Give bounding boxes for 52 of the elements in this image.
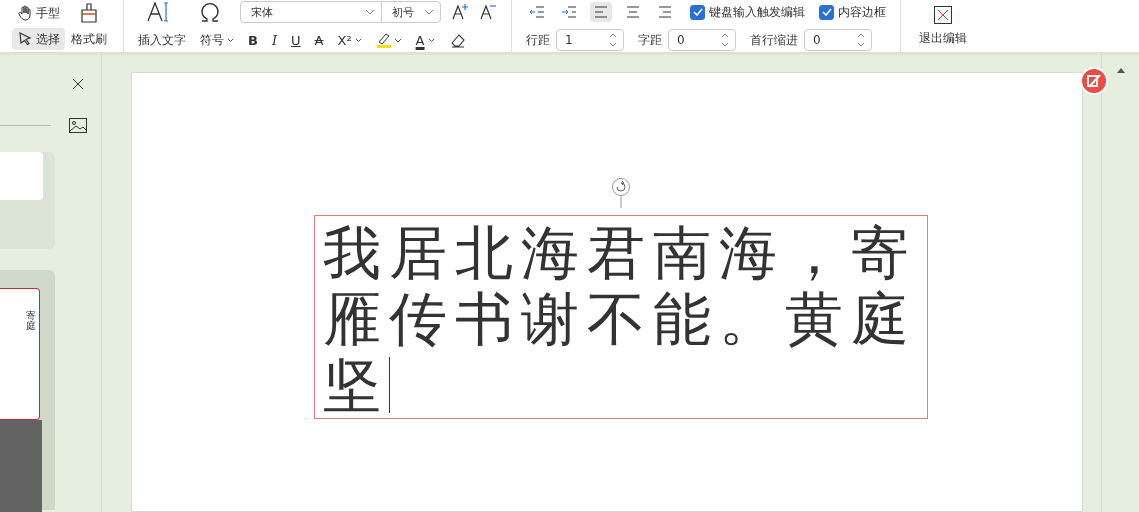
- caret-icon: [227, 37, 234, 43]
- align-left-icon: [594, 6, 608, 18]
- slide-thumbnail-card[interactable]: 寄 庭: [0, 270, 55, 510]
- rotate-handle-icon[interactable]: [611, 178, 631, 208]
- increase-font-icon[interactable]: [451, 3, 469, 21]
- scroll-up-icon[interactable]: [1116, 67, 1125, 73]
- align-center-icon: [626, 6, 640, 18]
- close-icon[interactable]: [72, 78, 84, 90]
- caret-icon: [354, 37, 362, 43]
- checkbox[interactable]: [690, 4, 705, 20]
- format-painter-button[interactable]: 格式刷: [71, 28, 107, 50]
- decrease-font-icon[interactable]: [479, 3, 497, 21]
- image-icon[interactable]: [69, 118, 87, 133]
- checkbox-label: 内容边框: [838, 3, 886, 21]
- exit-edit-button[interactable]: 退出编辑: [905, 0, 981, 52]
- chevron-down-icon: [365, 9, 375, 15]
- number-spinner[interactable]: 0: [804, 29, 872, 51]
- close-icon: [934, 5, 952, 24]
- hand-icon: [17, 5, 33, 21]
- number-spinner[interactable]: 1: [556, 29, 624, 51]
- bold-button[interactable]: B: [248, 32, 258, 48]
- mode-button[interactable]: 选择: [12, 28, 65, 50]
- checkbox[interactable]: [819, 4, 834, 20]
- slide-thumbnail-card[interactable]: [0, 152, 55, 249]
- paint-brush-icon[interactable]: [78, 2, 100, 24]
- font-family-dropdown[interactable]: 宋体: [241, 2, 382, 22]
- highlighter-icon[interactable]: [375, 31, 402, 49]
- caret-icon: [427, 37, 435, 43]
- strikethrough-button[interactable]: A: [314, 32, 324, 48]
- insert-text-button[interactable]: 插入文字: [138, 29, 186, 51]
- superscript-button[interactable]: X²: [337, 32, 362, 48]
- indent-icon: [562, 6, 576, 18]
- thumbnail-text: 庭: [26, 321, 36, 331]
- font-size-dropdown[interactable]: 初号: [382, 2, 440, 22]
- edit-off-badge-icon[interactable]: [1080, 67, 1108, 95]
- spinner-label: 行距: [526, 31, 550, 49]
- italic-button[interactable]: I: [271, 32, 278, 48]
- pointer-icon: [17, 31, 33, 47]
- spinner-label: 字距: [638, 31, 662, 49]
- font-color-button[interactable]: A: [415, 32, 435, 48]
- paragraph-align-button[interactable]: [590, 2, 612, 22]
- number-spinner[interactable]: 0: [668, 29, 736, 51]
- symbol-button[interactable]: 符号: [200, 29, 234, 51]
- align-right-icon: [658, 6, 672, 18]
- outdent-icon: [530, 6, 544, 18]
- thumbnail-text: 寄: [26, 311, 36, 321]
- mode-button[interactable]: 手型: [12, 2, 65, 24]
- underline-button[interactable]: U: [291, 32, 301, 48]
- spinner-label: 首行缩进: [750, 31, 798, 49]
- chevron-down-icon: [424, 9, 434, 15]
- checkbox-label: 键盘输入触发编辑: [709, 3, 805, 21]
- omega-icon[interactable]: [198, 1, 222, 23]
